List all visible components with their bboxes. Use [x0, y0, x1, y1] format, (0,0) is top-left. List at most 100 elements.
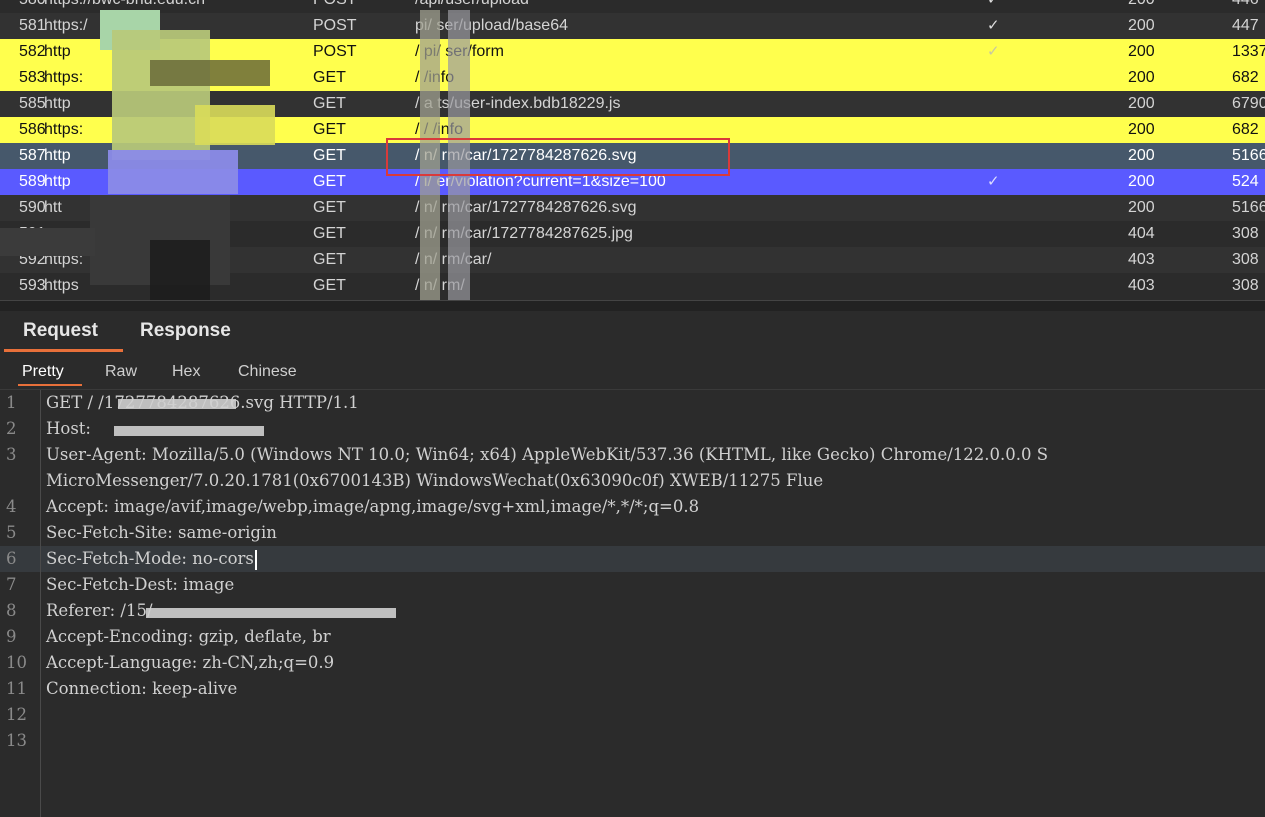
row-status: 200 — [1128, 95, 1155, 112]
row-host: htt — [44, 199, 62, 216]
request-line[interactable]: MicroMessenger/7.0.20.1781(0x6700143B) W… — [0, 468, 1265, 494]
row-number: 590 — [19, 199, 46, 216]
row-host: http — [44, 95, 71, 112]
row-method: POST — [313, 43, 357, 60]
row-status: 200 — [1128, 147, 1155, 164]
row-status: 200 — [1128, 121, 1155, 138]
active-tab-indicator — [4, 349, 123, 352]
row-length: 6790 — [1232, 95, 1265, 112]
row-number: 583 — [19, 69, 46, 86]
text-cursor — [254, 549, 257, 570]
redaction-blob — [420, 10, 440, 300]
request-line[interactable]: 11 Connection: keep-alive — [0, 676, 1265, 702]
redaction-blob — [114, 426, 264, 436]
line-number: 9 — [6, 627, 17, 646]
row-method: GET — [313, 199, 346, 216]
row-host: http — [44, 147, 71, 164]
request-line[interactable]: 6 Sec-Fetch-Mode: no-cors — [0, 546, 1265, 572]
request-line[interactable]: 7 Sec-Fetch-Dest: image — [0, 572, 1265, 598]
row-method: GET — [313, 147, 346, 164]
row-status: 200 — [1128, 43, 1155, 60]
request-line[interactable]: 4 Accept: image/avif,image/webp,image/apn… — [0, 494, 1265, 520]
redaction-blob — [0, 228, 95, 256]
request-line[interactable]: 5 Sec-Fetch-Site: same-origin — [0, 520, 1265, 546]
line-number: 1 — [6, 393, 17, 412]
row-method: GET — [313, 251, 346, 268]
request-editor[interactable]: 1GET / /1727784287626.svg HTTP/1.12Host:… — [0, 390, 1265, 817]
request-line-text: Accept-Encoding: gzip, deflate, br — [46, 627, 331, 646]
redaction-blob — [150, 60, 270, 86]
row-length: 308 — [1232, 251, 1259, 268]
row-url: / a ts/user-index.bdb18229.js — [415, 95, 621, 112]
message-tabs: Request Response — [0, 311, 1265, 353]
line-number: 13 — [6, 731, 27, 750]
row-length: 308 — [1232, 277, 1259, 294]
row-method: GET — [313, 277, 346, 294]
row-status: 404 — [1128, 225, 1155, 242]
row-method: GET — [313, 69, 346, 86]
row-status: 200 — [1128, 199, 1155, 216]
request-line[interactable]: 10 Accept-Language: zh-CN,zh;q=0.9 — [0, 650, 1265, 676]
tab-pretty[interactable]: Pretty — [22, 363, 64, 381]
request-line[interactable]: 13 — [0, 728, 1265, 754]
row-host: https:/ — [44, 17, 88, 34]
request-line-text: Connection: keep-alive — [46, 679, 238, 698]
tab-hex[interactable]: Hex — [172, 363, 200, 381]
row-method: GET — [313, 95, 346, 112]
row-number: 581 — [19, 17, 46, 34]
line-number: 5 — [6, 523, 17, 542]
line-number: 4 — [6, 497, 17, 516]
row-length: 5166 — [1232, 199, 1265, 216]
row-length: 524 — [1232, 173, 1259, 190]
request-line-text: Accept: image/avif,image/webp,image/apng… — [46, 497, 700, 516]
row-status: 200 — [1128, 173, 1155, 190]
table-row[interactable]: 580https://bwc-bhu.edu.cnPOST/api/user/u… — [0, 0, 1265, 13]
row-length: 682 — [1232, 121, 1259, 138]
row-host: http — [44, 173, 71, 190]
tab-chinese[interactable]: Chinese — [238, 363, 297, 381]
line-number: 8 — [6, 601, 17, 620]
row-host: http — [44, 43, 71, 60]
request-line[interactable]: 12 — [0, 702, 1265, 728]
row-method: GET — [313, 173, 346, 190]
row-length: 1337 — [1232, 43, 1265, 60]
row-method: POST — [313, 0, 357, 13]
row-method: GET — [313, 225, 346, 242]
redaction-blob — [108, 150, 238, 194]
row-status: 403 — [1128, 277, 1155, 294]
row-host: https — [44, 277, 79, 294]
row-number: 589 — [19, 173, 46, 190]
row-number: 585 — [19, 95, 46, 112]
line-number: 12 — [6, 705, 27, 724]
row-number: 582 — [19, 43, 46, 60]
row-length: 5166 — [1232, 147, 1265, 164]
http-history-table[interactable]: 580https://bwc-bhu.edu.cnPOST/api/user/u… — [0, 0, 1265, 300]
redaction-blob — [118, 399, 236, 409]
row-number: 580 — [19, 0, 46, 13]
request-line-text: Sec-Fetch-Dest: image — [46, 575, 235, 594]
row-edited-check: ✓ — [987, 43, 1000, 60]
row-method: POST — [313, 17, 357, 34]
tab-request[interactable]: Request — [23, 320, 98, 342]
row-length: 447 — [1232, 17, 1259, 34]
row-method: GET — [313, 121, 346, 138]
request-line[interactable]: 9 Accept-Encoding: gzip, deflate, br — [0, 624, 1265, 650]
row-host: https: — [44, 121, 84, 138]
row-host: https: — [44, 69, 84, 86]
redaction-blob — [146, 608, 396, 618]
row-edited-check: ✓ — [987, 173, 1000, 190]
row-status: 403 — [1128, 251, 1155, 268]
request-line-text: Sec-Fetch-Site: same-origin — [46, 523, 277, 542]
row-status: 200 — [1128, 17, 1155, 34]
row-edited-check: ✓ — [987, 17, 1000, 34]
request-line-text: Accept-Language: zh-CN,zh;q=0.9 — [46, 653, 335, 672]
row-status: 200 — [1128, 0, 1155, 13]
line-number: 10 — [6, 653, 27, 672]
request-line-text: User-Agent: Mozilla/5.0 (Windows NT 10.0… — [46, 445, 1049, 464]
tab-response[interactable]: Response — [140, 320, 231, 342]
tab-raw[interactable]: Raw — [105, 363, 137, 381]
request-line[interactable]: 3 User-Agent: Mozilla/5.0 (Windows NT 10.… — [0, 442, 1265, 468]
row-number: 593 — [19, 277, 46, 294]
row-length: 308 — [1232, 225, 1259, 242]
request-line-text: Host: — [46, 419, 91, 438]
